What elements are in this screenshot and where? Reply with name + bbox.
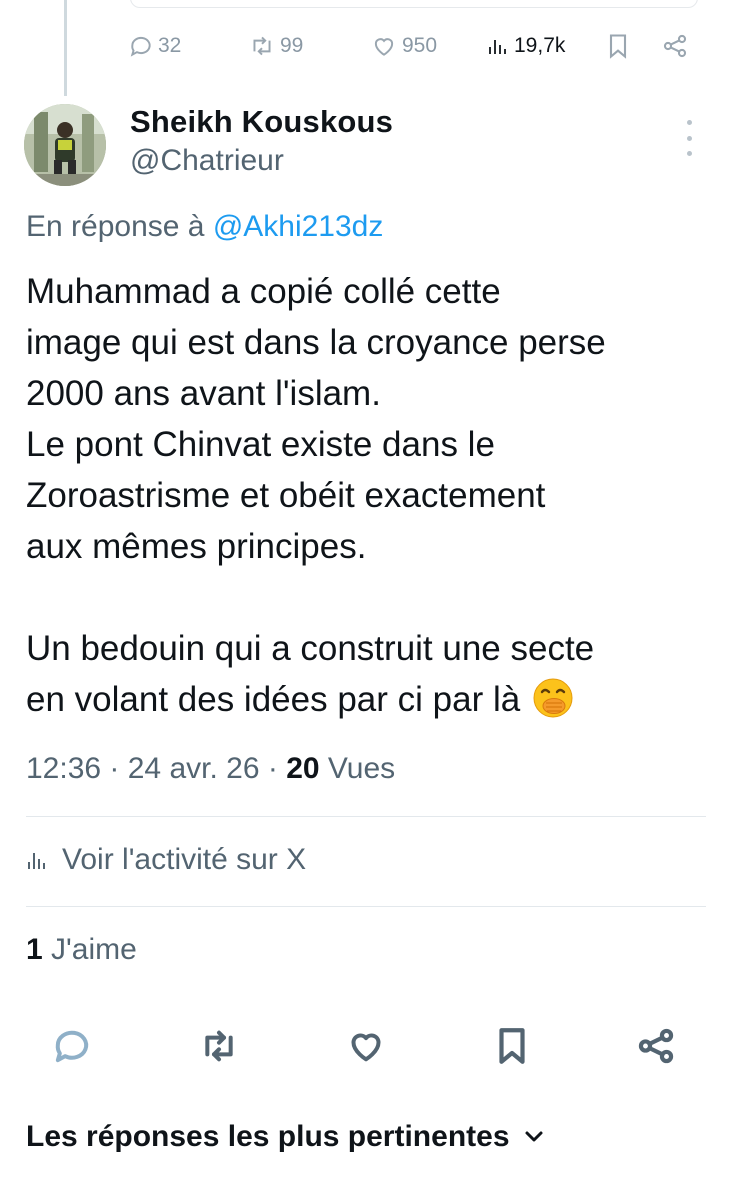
thread-connector-line [64, 0, 67, 96]
likes-count: 1 [26, 933, 43, 966]
heart-icon [351, 1033, 381, 1062]
meta-separator: · [267, 752, 287, 785]
meta-separator: · [109, 752, 128, 785]
tweet-line: Zoroastrisme et obéit exactement [26, 476, 546, 515]
more-dot-icon [686, 120, 692, 125]
view-activity-label: Voir l'activité sur X [62, 843, 307, 876]
likes-summary[interactable]: 1 J'aime [26, 933, 137, 967]
more-options-button[interactable] [682, 120, 696, 156]
bookmark-button[interactable] [490, 1024, 534, 1068]
tweet-time: 12:36 [26, 752, 102, 785]
divider [26, 816, 706, 817]
avatar-photo [24, 104, 106, 186]
likes-label: J'aime [51, 933, 137, 966]
prev-views-button[interactable]: 19,7k [486, 28, 565, 64]
prev-share-button[interactable] [660, 28, 690, 64]
prev-like-count: 950 [402, 34, 438, 57]
bookmark-icon [499, 1028, 525, 1064]
author-handle[interactable]: @Chatrieur [130, 144, 284, 178]
tweet-last-line: en volant des idées par ci par là [26, 674, 716, 725]
share-icon [638, 1028, 674, 1064]
tweet-line: 2000 ans avant l'islam. [26, 374, 381, 413]
more-dot-icon [686, 151, 692, 156]
prev-reply-count: 32 [158, 34, 182, 57]
comment-icon [130, 36, 151, 57]
tweet-views-count: 20 [286, 752, 320, 785]
tweet-text: Muhammad a copié collé cette image qui e… [26, 266, 716, 725]
reply-context: En réponse à @Akhi213dz [26, 210, 383, 244]
repost-icon [253, 36, 271, 56]
bookmark-icon [609, 34, 627, 59]
tweet-line: Muhammad a copié collé cette [26, 272, 501, 311]
prev-repost-button[interactable]: 99 [248, 28, 303, 64]
tweet-line: Un bedouin qui a construit une secte [26, 629, 595, 668]
replies-sort-dropdown[interactable]: Les réponses les plus pertinentes [26, 1120, 544, 1154]
repost-icon [205, 1030, 233, 1062]
tweet-line: image qui est dans la croyance perse [26, 323, 606, 362]
reply-to-handle-link[interactable]: @Akhi213dz [213, 210, 384, 243]
like-button[interactable] [344, 1024, 388, 1068]
tweet-line: Le pont Chinvat existe dans le [26, 425, 495, 464]
prev-bookmark-button[interactable] [606, 28, 630, 64]
prev-repost-count: 99 [280, 34, 304, 57]
reply-prefix: En réponse à [26, 210, 205, 243]
tweet-line: en volant des idées par ci par là [26, 680, 521, 719]
view-activity-link[interactable]: Voir l'activité sur X [26, 843, 306, 877]
tweet-views-label: Vues [327, 752, 396, 785]
prev-reply-button[interactable]: 32 [128, 28, 181, 64]
tweet-timestamp[interactable]: 12:36 · 24 avr. 26 · 20 Vues [26, 752, 395, 786]
tweet-date: 24 avr. 26 [127, 752, 260, 785]
heart-icon [374, 38, 394, 56]
prev-views-count: 19,7k [514, 34, 566, 57]
repost-button[interactable] [197, 1024, 241, 1068]
share-icon [663, 34, 687, 58]
author-avatar[interactable] [24, 104, 106, 186]
more-dot-icon [686, 135, 692, 141]
analytics-icon [489, 40, 506, 54]
author-name[interactable]: Sheikh Kouskous [130, 104, 393, 140]
replies-sort-label: Les réponses les plus pertinentes [26, 1120, 510, 1153]
comment-icon [55, 1030, 89, 1063]
tweet-line: aux mêmes principes. [26, 527, 367, 566]
reply-button[interactable] [50, 1024, 94, 1068]
divider [26, 906, 706, 907]
analytics-icon [28, 853, 45, 869]
share-button[interactable] [634, 1024, 678, 1068]
chevron-down-icon [525, 1131, 543, 1142]
prev-like-button[interactable]: 950 [370, 28, 437, 64]
tweet-line [26, 572, 716, 623]
face-with-hand-over-mouth-icon [533, 678, 573, 718]
previous-tweet-media-edge [130, 0, 698, 8]
